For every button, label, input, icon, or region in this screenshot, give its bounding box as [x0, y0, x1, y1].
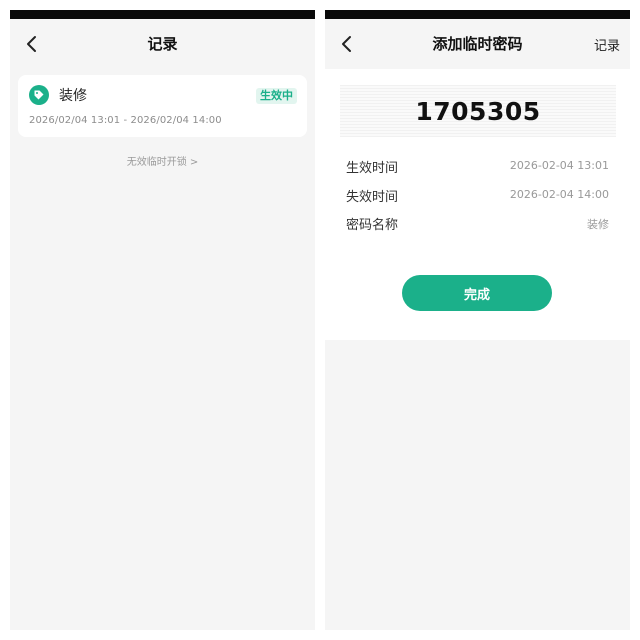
password-code: 1705305: [415, 97, 541, 126]
records-link[interactable]: 记录: [594, 35, 620, 54]
info-label: 密码名称: [346, 218, 399, 233]
record-card[interactable]: 装修 生效中 2026/02/04 13:01 - 2026/02/04 14:…: [18, 75, 307, 137]
page-title: 记录: [147, 35, 178, 53]
info-value: 2026-02-04 14:00: [509, 188, 609, 201]
done-button[interactable]: 完成: [402, 275, 552, 311]
records-navbar: 记录: [10, 19, 315, 69]
add-temp-password-screen: 添加临时密码 记录 1705305 生效时间 2026-02-04 13:01 …: [325, 10, 630, 630]
info-label: 生效时间: [346, 161, 399, 176]
info-value: 装修: [587, 218, 609, 231]
info-row-start-time: 生效时间 2026-02-04 13:01: [346, 157, 609, 177]
status-bar: [10, 10, 315, 19]
info-value: 2026-02-04 13:01: [509, 159, 609, 172]
status-badge: 生效中: [256, 88, 297, 104]
tag-icon: [29, 85, 49, 105]
invalid-unlock-link[interactable]: 无效临时开锁 >: [10, 153, 315, 168]
page-title: 添加临时密码: [432, 35, 523, 53]
password-code-box: 1705305: [340, 85, 616, 137]
info-row-password-name: 密码名称 装修: [346, 214, 609, 234]
status-bar: [325, 10, 630, 19]
record-name: 装修: [59, 88, 87, 104]
record-time-range: 2026/02/04 13:01 - 2026/02/04 14:00: [29, 115, 222, 126]
add-password-navbar: 添加临时密码 记录: [325, 19, 630, 69]
records-screen: 记录 装修 生效中 2026/02/04 13:01 - 2026/02/04 …: [10, 10, 315, 630]
info-label: 失效时间: [346, 190, 399, 205]
info-row-end-time: 失效时间 2026-02-04 14:00: [346, 186, 609, 206]
